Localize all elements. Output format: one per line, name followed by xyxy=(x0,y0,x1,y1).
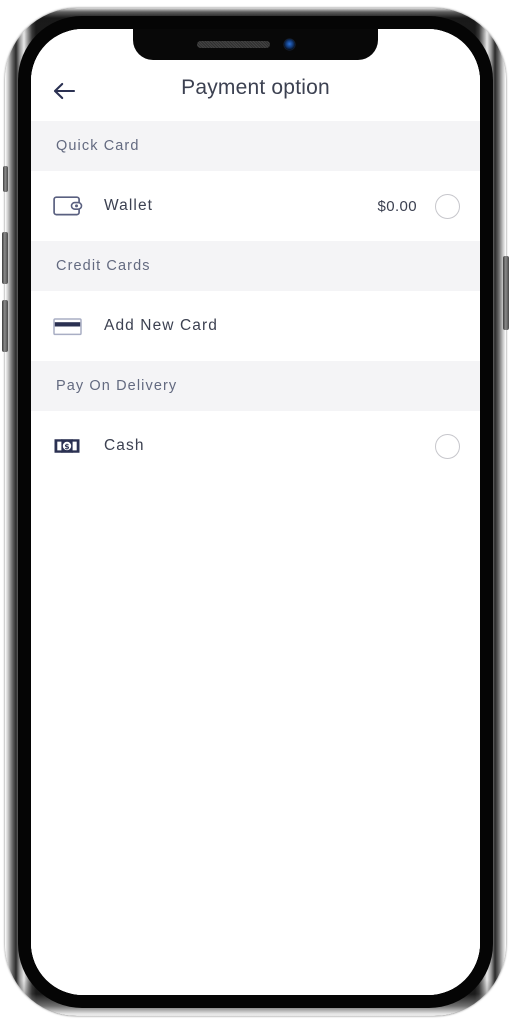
payment-row-label: Wallet xyxy=(104,197,154,214)
section-title: Quick Card xyxy=(56,138,140,154)
radio-wallet[interactable] xyxy=(435,193,460,219)
payment-row-label: Cash xyxy=(104,437,145,454)
display-notch xyxy=(133,29,378,60)
payment-row-add-new-card[interactable]: Add New Card xyxy=(31,291,480,361)
section-header-credit-cards: Credit Cards xyxy=(31,241,480,291)
volume-down-button[interactable] xyxy=(2,300,8,352)
front-camera-icon xyxy=(284,39,295,50)
payment-option-screen: Payment option Quick Card Wallet $0.00 C… xyxy=(31,29,480,995)
volume-up-button[interactable] xyxy=(2,232,8,284)
svg-text:$: $ xyxy=(64,442,69,451)
payment-options-list: Quick Card Wallet $0.00 Credit Cards Add… xyxy=(31,121,480,995)
radio-cash[interactable] xyxy=(435,433,460,459)
section-title: Credit Cards xyxy=(56,258,151,274)
phone-mockup: Payment option Quick Card Wallet $0.00 C… xyxy=(0,0,511,1024)
page-title: Payment option xyxy=(181,76,330,99)
silent-switch[interactable] xyxy=(3,166,8,192)
payment-row-wallet[interactable]: Wallet $0.00 xyxy=(31,171,480,241)
power-button[interactable] xyxy=(503,256,509,330)
cash-banknote-icon: $ xyxy=(53,434,89,458)
section-header-quick-card: Quick Card xyxy=(31,121,480,171)
credit-card-icon xyxy=(53,314,89,338)
speaker-grille-icon xyxy=(197,41,270,48)
section-header-pay-on-delivery: Pay On Delivery xyxy=(31,361,480,411)
wallet-icon xyxy=(53,194,89,218)
wallet-balance-amount: $0.00 xyxy=(377,197,417,215)
section-title: Pay On Delivery xyxy=(56,378,178,394)
phone-screen: Payment option Quick Card Wallet $0.00 C… xyxy=(31,29,480,995)
payment-row-cash[interactable]: $ Cash xyxy=(31,411,480,481)
payment-row-label: Add New Card xyxy=(104,317,218,334)
empty-space xyxy=(31,481,480,995)
